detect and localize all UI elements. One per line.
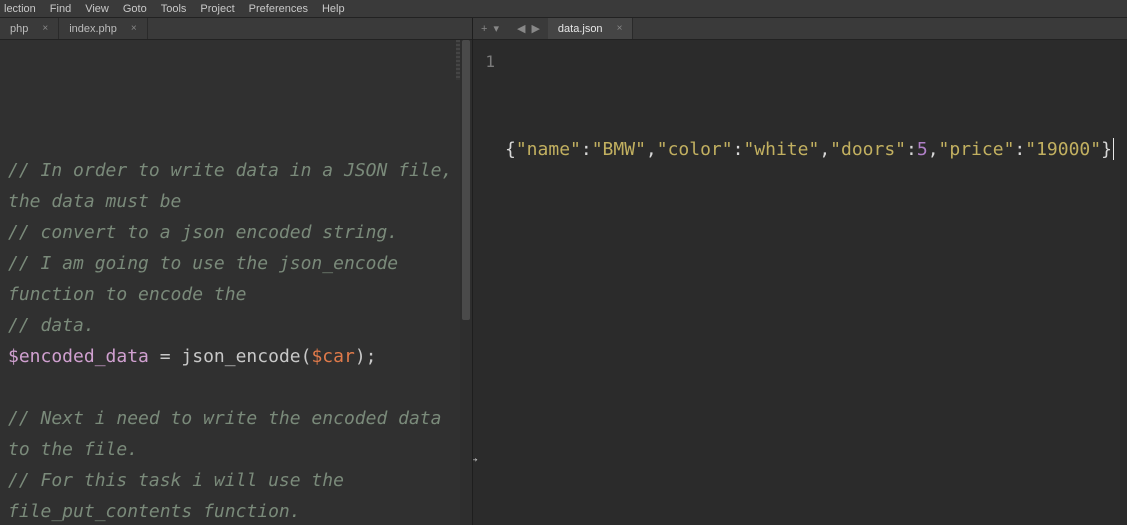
vertical-scrollbar[interactable] xyxy=(460,40,472,525)
menu-goto[interactable]: Goto xyxy=(123,3,147,15)
tab-index-php[interactable]: index.php × xyxy=(59,18,148,39)
menu-bar: lection Find View Goto Tools Project Pre… xyxy=(0,0,1127,18)
code-token: $encoded_data xyxy=(8,346,149,367)
menu-find[interactable]: Find xyxy=(50,3,71,15)
prev-tab-icon[interactable]: ◀ xyxy=(517,22,525,35)
tab-data-json[interactable]: data.json × xyxy=(548,18,634,39)
new-tab-icon[interactable]: + xyxy=(481,23,487,35)
close-icon[interactable]: × xyxy=(131,23,137,34)
scrollbar-thumb[interactable] xyxy=(462,40,470,320)
comment-line: // data. xyxy=(8,315,95,336)
tab-label: data.json xyxy=(558,23,603,35)
menu-tools[interactable]: Tools xyxy=(161,3,187,15)
close-icon[interactable]: × xyxy=(42,23,48,34)
text-cursor xyxy=(1113,138,1114,160)
tab-label: index.php xyxy=(69,23,117,35)
tab-php[interactable]: php × xyxy=(0,18,59,39)
right-editor-pane: ↔ + ▾ ◀ ▶ data.json × 1 {"name":"BMW","c… xyxy=(472,18,1127,525)
menu-project[interactable]: Project xyxy=(200,3,234,15)
left-editor-pane: php × index.php × // In order to write d… xyxy=(0,18,472,525)
menu-help[interactable]: Help xyxy=(322,3,345,15)
comment-line: // I am going to use the json_encode fun… xyxy=(8,253,409,305)
comment-line: // convert to a json encoded string. xyxy=(8,222,398,243)
left-code-editor[interactable]: // In order to write data in a JSON file… xyxy=(0,40,472,525)
right-tab-bar: + ▾ ◀ ▶ data.json × xyxy=(473,18,1127,40)
left-tab-bar: php × index.php × xyxy=(0,18,472,40)
menu-view[interactable]: View xyxy=(85,3,109,15)
menu-preferences[interactable]: Preferences xyxy=(249,3,308,15)
tab-menu-icon[interactable]: ▾ xyxy=(493,22,499,35)
right-code-editor[interactable]: {"name":"BMW","color":"white","doors":5,… xyxy=(473,40,1127,525)
tab-label: php xyxy=(10,23,28,35)
comment-line: // For this task i will use the file_put… xyxy=(8,470,355,522)
comment-line: // Next i need to write the encoded data… xyxy=(8,408,452,460)
next-tab-icon[interactable]: ▶ xyxy=(531,22,539,35)
comment-line: // In order to write data in a JSON file… xyxy=(8,160,463,212)
menu-selection[interactable]: lection xyxy=(4,3,36,15)
close-icon[interactable]: × xyxy=(617,23,623,34)
